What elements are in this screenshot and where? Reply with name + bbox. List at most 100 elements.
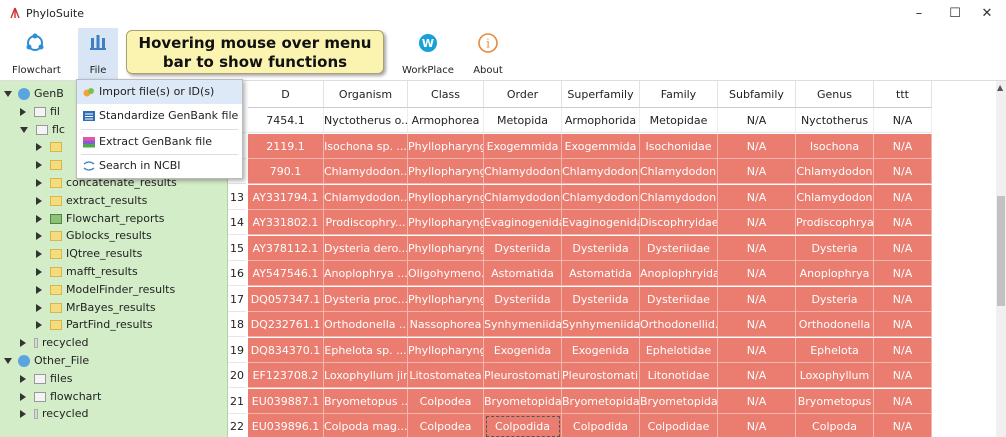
tree-item[interactable] [0,138,66,156]
table-cell[interactable]: N/A [874,388,932,414]
table-cell[interactable]: Dysteria [796,286,874,312]
expand-right-icon[interactable] [36,196,42,205]
table-cell[interactable]: Chlamydodon [796,184,874,210]
expand-right-icon[interactable] [36,285,42,294]
table-cell[interactable]: N/A [718,363,796,388]
table-cell[interactable]: Colpoda [796,414,874,437]
table-cell[interactable]: Bryometopus ... [324,388,408,414]
table-cell[interactable]: N/A [874,210,932,235]
expand-down-icon[interactable] [4,358,12,364]
expand-down-icon[interactable] [20,126,28,133]
table-cell[interactable]: Chlamydodon... [562,159,640,184]
column-header[interactable]: Organism [324,81,408,108]
table-cell[interactable]: N/A [874,184,932,210]
table-cell[interactable]: Prodiscophrya [796,210,874,235]
expand-right-icon[interactable] [20,392,26,401]
row-number[interactable]: 13 [228,184,246,210]
table-cell[interactable]: Chlamydodon... [324,184,408,210]
table-cell[interactable]: DQ834370.1 [248,337,324,363]
close-button[interactable]: ✕ [974,4,1000,24]
tree-item[interactable]: extract_results [0,192,147,210]
table-cell[interactable]: Oligohymeno... [408,261,484,286]
column-header[interactable]: Genus [796,81,874,108]
table-cell[interactable]: N/A [874,286,932,312]
scroll-up-icon[interactable]: ▲ [997,83,1003,92]
column-header[interactable]: Order [484,81,562,108]
table-cell[interactable]: DQ232761.1 [248,312,324,337]
column-header[interactable]: Subfamily [718,81,796,108]
column-header[interactable]: Superfamily [562,81,640,108]
table-cell[interactable]: DQ057347.1 [248,286,324,312]
table-cell[interactable]: Isochona sp. ... [324,133,408,159]
table-cell[interactable]: Anoplophryidae [640,261,718,286]
table-cell[interactable]: Orthodonella ... [324,312,408,337]
tree-item[interactable]: flc [0,121,65,139]
table-cell[interactable]: Chlamydodon... [324,159,408,184]
table-cell[interactable]: Synhymeniida [484,312,562,337]
table-cell[interactable]: AY378112.1 [248,235,324,261]
tree-item[interactable]: files [0,370,72,388]
table-cell[interactable]: Dysteriidae [640,286,718,312]
toolbar-about-button[interactable]: i About [468,28,508,80]
table-cell[interactable]: N/A [718,312,796,337]
tree-item[interactable]: recycled [0,405,88,423]
table-cell[interactable]: AY547546.1 [248,261,324,286]
table-cell[interactable]: Phyllopharyng... [408,286,484,312]
column-header[interactable]: ttt [874,81,932,108]
expand-right-icon[interactable] [36,232,42,241]
table-cell[interactable]: Bryometopidae [640,388,718,414]
table-cell[interactable]: Exogenida [562,337,640,363]
toolbar-flowchart-button[interactable]: Flowchart [12,28,61,80]
expand-right-icon[interactable] [36,161,42,170]
tree-item[interactable]: ModelFinder_results [0,281,175,299]
table-cell[interactable]: Phyllopharyng... [408,184,484,210]
tree-item[interactable]: flowchart [0,388,101,406]
table-cell[interactable]: Anoplophrya ... [324,261,408,286]
table-cell[interactable]: Dysteriidae [640,235,718,261]
expand-right-icon[interactable] [36,321,42,330]
tree-item[interactable]: Gblocks_results [0,227,152,245]
table-cell[interactable]: Bryometopida [484,388,562,414]
expand-right-icon[interactable] [36,179,42,187]
table-cell[interactable]: 790.1 [248,159,324,184]
row-number[interactable]: 21 [228,388,246,414]
table-cell[interactable]: Exogenida [484,337,562,363]
table-cell[interactable]: Orthodonellid... [640,312,718,337]
tree-item[interactable] [0,156,66,174]
table-cell[interactable]: Phyllopharyng... [408,337,484,363]
table-cell[interactable]: Litostomatea [408,363,484,388]
row-number[interactable]: 20 [228,363,246,388]
table-cell[interactable]: N/A [718,108,796,133]
tree-item[interactable]: MrBayes_results [0,299,156,317]
table-cell[interactable]: N/A [874,159,932,184]
row-number[interactable]: 15 [228,235,246,261]
table-cell[interactable]: Dysteria proc... [324,286,408,312]
expand-right-icon[interactable] [36,303,42,312]
tree-item[interactable]: Flowchart_reports [0,210,165,228]
table-cell[interactable]: Chlamydodon... [484,184,562,210]
table-cell[interactable]: Pleurostomati... [484,363,562,388]
table-cell[interactable]: Colpodida [484,414,562,437]
table-cell[interactable]: Colpodidae [640,414,718,437]
table-cell[interactable]: Exogemmida [562,133,640,159]
table-cell[interactable]: Bryometopida [562,388,640,414]
table-cell[interactable]: Chlamydodon... [640,159,718,184]
table-cell[interactable]: Evaginogenida [562,210,640,235]
scrollbar-thumb[interactable] [997,196,1005,306]
table-cell[interactable]: Colpodea [408,414,484,437]
menu-item-import[interactable]: Import file(s) or ID(s) [77,80,242,104]
table-cell[interactable]: N/A [874,108,932,133]
table-cell[interactable]: Metopida [484,108,562,133]
row-number[interactable]: 19 [228,337,246,363]
table-cell[interactable]: Dysteriida [562,235,640,261]
toolbar-workplace-button[interactable]: W WorkPlace [398,28,458,80]
expand-right-icon[interactable] [36,143,42,152]
table-cell[interactable]: Metopidae [640,108,718,133]
table-cell[interactable]: N/A [718,235,796,261]
table-cell[interactable]: Ephelota sp. ... [324,337,408,363]
expand-right-icon[interactable] [36,214,42,223]
maximize-button[interactable]: ☐ [942,4,968,24]
table-cell[interactable]: Dysteriida [562,286,640,312]
table-cell[interactable]: Bryometopus [796,388,874,414]
table-cell[interactable]: Phyllopharyng... [408,159,484,184]
